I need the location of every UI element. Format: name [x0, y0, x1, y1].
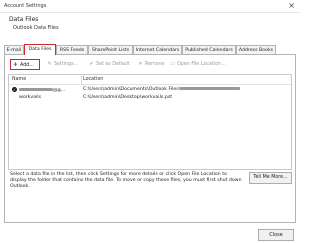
data-files-list[interactable]: Name Location ✓ @g... C:\Users\admin\Docu… — [8, 74, 292, 170]
page-title: Data Files — [9, 16, 39, 23]
column-header-name[interactable]: Name — [12, 77, 26, 82]
folder-icon: ▭ — [170, 61, 175, 67]
tell-me-more-button[interactable]: Tell Me More... — [249, 172, 292, 184]
file-name-suffix: @g... — [53, 88, 66, 93]
file-name: ✓ @g... — [12, 87, 65, 93]
help-text: Select a data file in the list, then cli… — [10, 172, 242, 189]
set-as-default-label: Set as Default — [96, 62, 130, 67]
close-button[interactable]: Close — [258, 229, 294, 241]
set-as-default-button[interactable]: ✔ Set as Default — [88, 59, 130, 70]
column-divider — [81, 76, 82, 84]
file-location: C:\Users\admin\Desktop\workvails.pst — [83, 95, 173, 100]
list-row[interactable]: ✓ @g... C:\Users\admin\Documents\Outlook … — [9, 86, 291, 94]
list-row[interactable]: workvails C:\Users\admin\Desktop\workvai… — [9, 94, 291, 102]
remove-x-icon: ✕ — [138, 61, 143, 67]
settings-button[interactable]: ✎ Settings... — [46, 59, 78, 70]
open-file-location-label: Open File Location... — [177, 62, 226, 67]
default-check-icon: ✓ — [12, 87, 17, 92]
remove-button[interactable]: ✕ Remove — [137, 59, 164, 70]
settings-button-label: Settings... — [54, 62, 79, 67]
tab-data-files[interactable]: Data Files — [24, 44, 56, 55]
dialog-header: Data Files Outlook Data Files — [0, 13, 300, 35]
list-header: Name Location — [9, 75, 291, 85]
redacted-email — [19, 88, 53, 91]
add-button-label: Add... — [20, 63, 34, 68]
remove-button-label: Remove — [145, 62, 165, 67]
page-subtitle: Outlook Data Files — [13, 25, 59, 31]
redacted-path — [180, 87, 241, 90]
add-icon: ✚ — [13, 62, 18, 68]
toolbar: ✚ Add... ✎ Settings... ✔ Set as Default ✕ Re… — [8, 59, 292, 71]
file-location: C:\Users\admin\Documents\Outlook Files\ — [83, 87, 241, 92]
close-window-icon[interactable]: × — [288, 1, 295, 11]
file-location-prefix: C:\Users\admin\Documents\Outlook Files\ — [83, 87, 181, 92]
account-settings-dialog: Account Settings × Data Files Outlook Da… — [0, 0, 300, 243]
add-button[interactable]: ✚ Add... — [10, 59, 40, 70]
title-bar: Account Settings × — [0, 0, 300, 13]
settings-icon: ✎ — [47, 61, 52, 67]
window-title: Account Settings — [4, 3, 47, 9]
check-icon: ✔ — [89, 61, 94, 67]
column-header-location[interactable]: Location — [83, 77, 103, 82]
file-name: workvails — [19, 95, 42, 100]
open-file-location-button[interactable]: ▭ Open File Location... — [169, 59, 226, 70]
data-files-panel: ✚ Add... ✎ Settings... ✔ Set as Default ✕ Re… — [4, 54, 296, 223]
